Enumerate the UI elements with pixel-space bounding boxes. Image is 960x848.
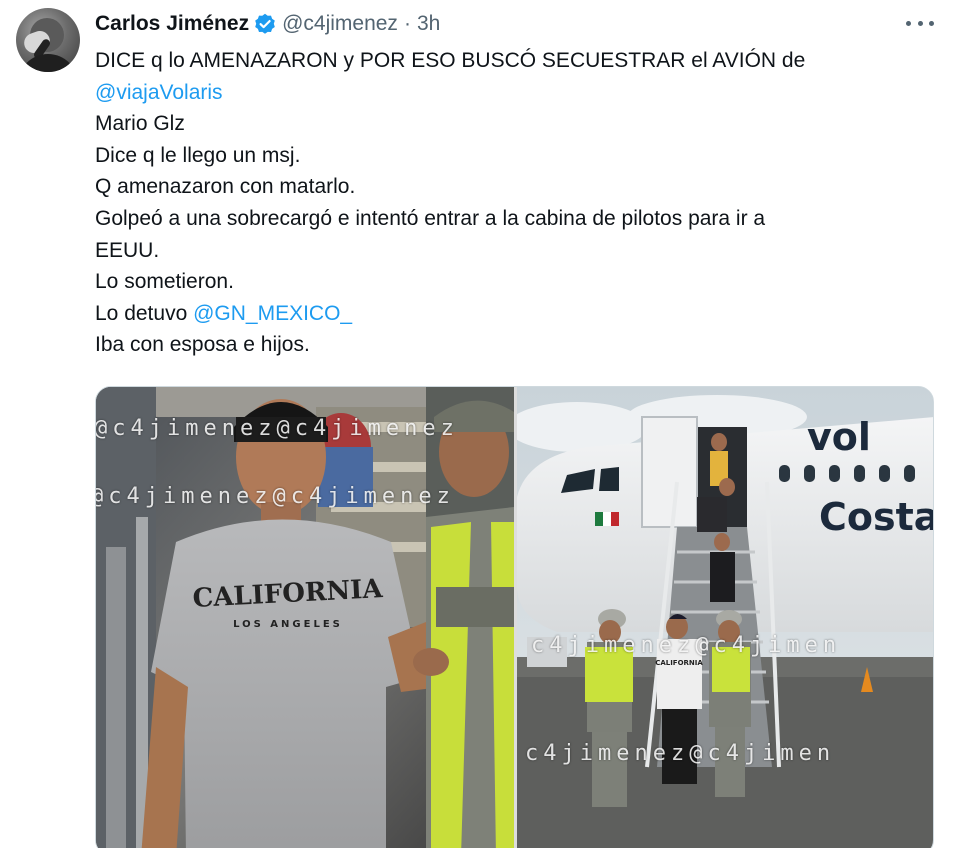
tweet-text: DICE q lo AMENAZARON y POR ESO BUSCÓ SEC… [95, 45, 925, 361]
tweet-text-line: Iba con esposa e hijos. [95, 333, 310, 357]
watermark: c4jimenez@c4jimen [525, 741, 836, 766]
mention-link-gn-mexico[interactable]: @GN_MEXICO_ [193, 302, 352, 325]
tweet-text-line: Lo sometieron. [95, 270, 234, 294]
verified-badge-icon [255, 13, 275, 34]
tweet-text-line: DICE q lo AMENAZARON y POR ESO BUSCÓ SEC… [95, 49, 806, 72]
more-dot [906, 20, 911, 26]
aircraft-brand-text: vol [807, 415, 871, 459]
avatar[interactable] [16, 8, 80, 72]
photo-left[interactable]: CALIFORNIA LOS ANGELES @c4jimenez@c4jime… [96, 387, 514, 848]
more-dot [917, 20, 923, 26]
watermark: c4jimenez@c4jimen [531, 633, 842, 658]
separator-dot: · [403, 12, 411, 35]
tweet-text-line: EEUU. [95, 238, 160, 262]
tweet-text-line: Q amenazaron con matarlo. [95, 175, 356, 199]
tweet-text-line: Mario Glz [95, 112, 185, 136]
author-handle[interactable]: @c4jimenez [282, 12, 398, 36]
tweet-text-fragment: Lo detuvo [95, 301, 194, 325]
shirt-text: CALIFORNIA [655, 659, 703, 667]
author-name[interactable]: Carlos Jiménez [95, 12, 249, 36]
photo-right-image: vol Costa CALIFORNIA [517, 387, 934, 848]
watermark: @c4jimenez@c4jimenez [96, 484, 455, 509]
mention-link-viajavolaris[interactable]: @viajaVolaris [95, 81, 223, 104]
more-options-icon[interactable] [906, 12, 934, 34]
watermark: @c4jimenez@c4jimenez [96, 416, 459, 441]
shirt-subtext: LOS ANGELES [233, 619, 343, 630]
tweet-text-line: Dice q le llego un msj. [95, 143, 301, 167]
tweet-text-line: @viajaVolaris [95, 77, 925, 109]
aircraft-name-text: Costa [819, 495, 934, 539]
more-dot [929, 20, 934, 26]
photo-left-image: CALIFORNIA LOS ANGELES [96, 387, 514, 848]
tweet-header: Carlos Jiménez @c4jimenez · 3h [95, 10, 440, 38]
tweet-text-line: Golpeó a una sobrecargó e intentó entrar… [95, 206, 766, 230]
tweet-timestamp[interactable]: 3h [417, 12, 440, 36]
avatar-body [18, 54, 78, 72]
media-grid: CALIFORNIA LOS ANGELES @c4jimenez@c4jime… [95, 386, 934, 848]
tweet-text-line: Lo detuvo @GN_MEXICO_ [95, 298, 925, 330]
tweet[interactable]: Carlos Jiménez @c4jimenez · 3h DICE q lo… [0, 0, 960, 848]
photo-right[interactable]: vol Costa CALIFORNIA c4jimenez@c4jimen c… [517, 387, 934, 848]
